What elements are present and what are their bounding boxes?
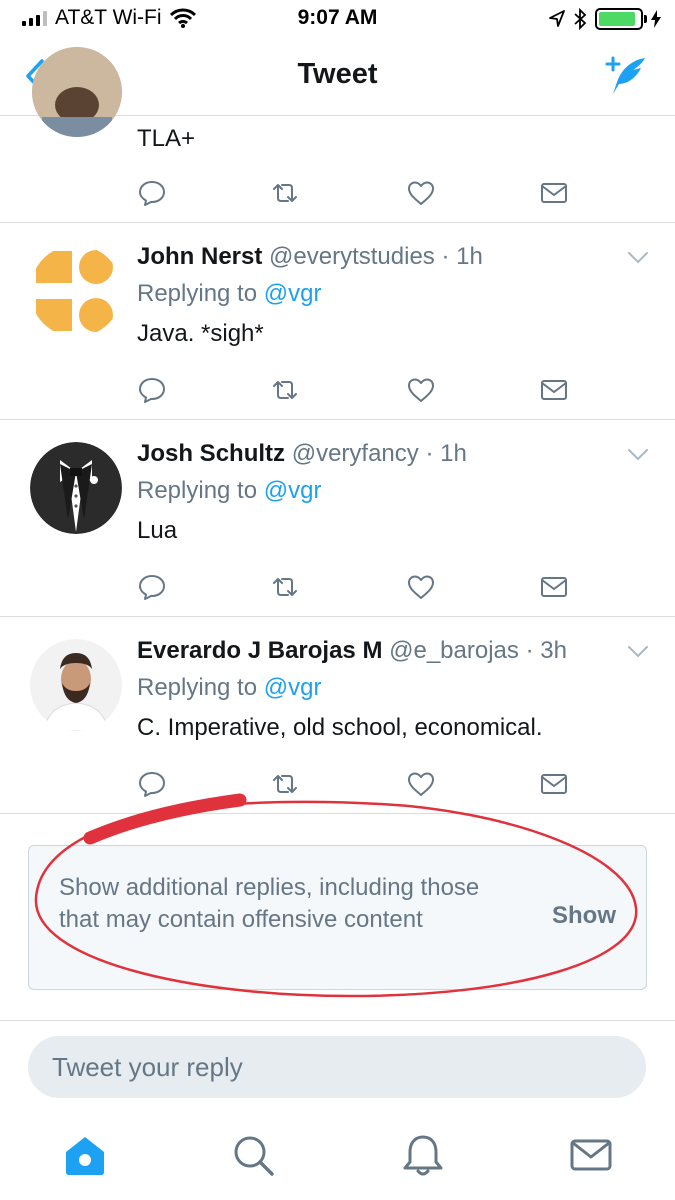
partial-tweet[interactable]: TLA+ bbox=[0, 47, 675, 223]
replying-to: Replying to @vgr bbox=[137, 280, 321, 308]
additional-replies-notice[interactable]: Show additional replies, including those… bbox=[28, 845, 647, 990]
additional-replies-message: Show additional replies, including those… bbox=[59, 874, 480, 933]
replying-label: Replying to bbox=[137, 477, 258, 504]
system-indicators bbox=[549, 8, 661, 30]
reply-input[interactable] bbox=[28, 1036, 646, 1098]
like-icon[interactable] bbox=[406, 769, 436, 799]
author-name[interactable]: John Nerst bbox=[137, 243, 262, 270]
tweet[interactable]: John Nerst @everytstudies · 1h Replying … bbox=[0, 223, 675, 420]
timestamp-separator: · bbox=[525, 637, 534, 664]
direct-message-icon[interactable] bbox=[539, 178, 569, 208]
like-icon[interactable] bbox=[406, 375, 436, 405]
author-name[interactable]: Josh Schultz bbox=[137, 440, 285, 467]
author-handle[interactable]: @veryfancy bbox=[292, 440, 419, 467]
retweet-icon[interactable] bbox=[270, 769, 300, 799]
charging-icon bbox=[651, 10, 661, 28]
like-icon[interactable] bbox=[406, 572, 436, 602]
timestamp: 1h bbox=[440, 440, 467, 467]
show-replies-button[interactable]: Show bbox=[552, 902, 616, 930]
reply-icon[interactable] bbox=[137, 375, 167, 405]
timestamp: 3h bbox=[540, 637, 567, 664]
author-handle[interactable]: @e_barojas bbox=[389, 637, 519, 664]
divider bbox=[0, 1020, 675, 1021]
compose-tweet-button[interactable] bbox=[601, 54, 649, 98]
mention-link[interactable]: @vgr bbox=[264, 280, 322, 307]
chevron-down-icon[interactable] bbox=[627, 448, 649, 462]
chevron-down-icon[interactable] bbox=[627, 645, 649, 659]
avatar[interactable] bbox=[32, 47, 122, 137]
replying-to: Replying to @vgr bbox=[137, 674, 321, 702]
chevron-down-icon[interactable] bbox=[627, 251, 649, 265]
replying-label: Replying to bbox=[137, 674, 258, 701]
bluetooth-icon bbox=[574, 8, 587, 30]
tweet-actions bbox=[137, 375, 577, 405]
author-name[interactable]: Everardo J Barojas M bbox=[137, 637, 382, 664]
location-icon bbox=[549, 10, 565, 27]
tweet-actions bbox=[137, 769, 577, 799]
reply-icon[interactable] bbox=[137, 572, 167, 602]
mention-link[interactable]: @vgr bbox=[264, 477, 322, 504]
timestamp-separator: · bbox=[441, 243, 450, 270]
battery-icon bbox=[595, 8, 647, 30]
tweet-actions bbox=[137, 178, 577, 208]
direct-message-icon[interactable] bbox=[539, 769, 569, 799]
tab-bar bbox=[0, 1110, 675, 1200]
tweet-text: C. Imperative, old school, economical. bbox=[137, 714, 543, 741]
replying-label: Replying to bbox=[137, 280, 258, 307]
tweet-text: TLA+ bbox=[137, 125, 196, 152]
avatar[interactable] bbox=[30, 245, 122, 337]
messages-icon[interactable] bbox=[568, 1132, 614, 1178]
tweet-header: Josh Schultz @veryfancy · 1h bbox=[137, 440, 467, 468]
reply-icon[interactable] bbox=[137, 769, 167, 799]
timestamp: 1h bbox=[456, 243, 483, 270]
direct-message-icon[interactable] bbox=[539, 375, 569, 405]
tweet-header: Everardo J Barojas M @e_barojas · 3h bbox=[137, 637, 567, 665]
mention-link[interactable]: @vgr bbox=[264, 674, 322, 701]
home-icon[interactable] bbox=[62, 1132, 108, 1178]
tweet[interactable]: Everardo J Barojas M @e_barojas · 3h Rep… bbox=[0, 617, 675, 814]
reply-icon[interactable] bbox=[137, 178, 167, 208]
avatar[interactable] bbox=[30, 639, 122, 731]
tweet-text: Lua bbox=[137, 517, 178, 544]
tweet-actions bbox=[137, 572, 577, 602]
tweet-header: John Nerst @everytstudies · 1h bbox=[137, 243, 483, 271]
retweet-icon[interactable] bbox=[270, 375, 300, 405]
author-handle[interactable]: @everytstudies bbox=[269, 243, 435, 270]
notifications-icon[interactable] bbox=[400, 1132, 446, 1178]
avatar[interactable] bbox=[30, 442, 122, 534]
replying-to: Replying to @vgr bbox=[137, 477, 321, 505]
retweet-icon[interactable] bbox=[270, 178, 300, 208]
search-icon[interactable] bbox=[230, 1132, 276, 1178]
tweet-text: Java. *sigh* bbox=[137, 320, 264, 347]
tweet[interactable]: Josh Schultz @veryfancy · 1h Replying to… bbox=[0, 420, 675, 617]
reply-feed: TLA+ John Nerst @everytstudies · 1h Repl… bbox=[0, 47, 675, 814]
direct-message-icon[interactable] bbox=[539, 572, 569, 602]
timestamp-separator: · bbox=[425, 440, 434, 467]
retweet-icon[interactable] bbox=[270, 572, 300, 602]
like-icon[interactable] bbox=[406, 178, 436, 208]
status-bar: AT&T Wi-Fi 9:07 AM bbox=[0, 0, 675, 40]
